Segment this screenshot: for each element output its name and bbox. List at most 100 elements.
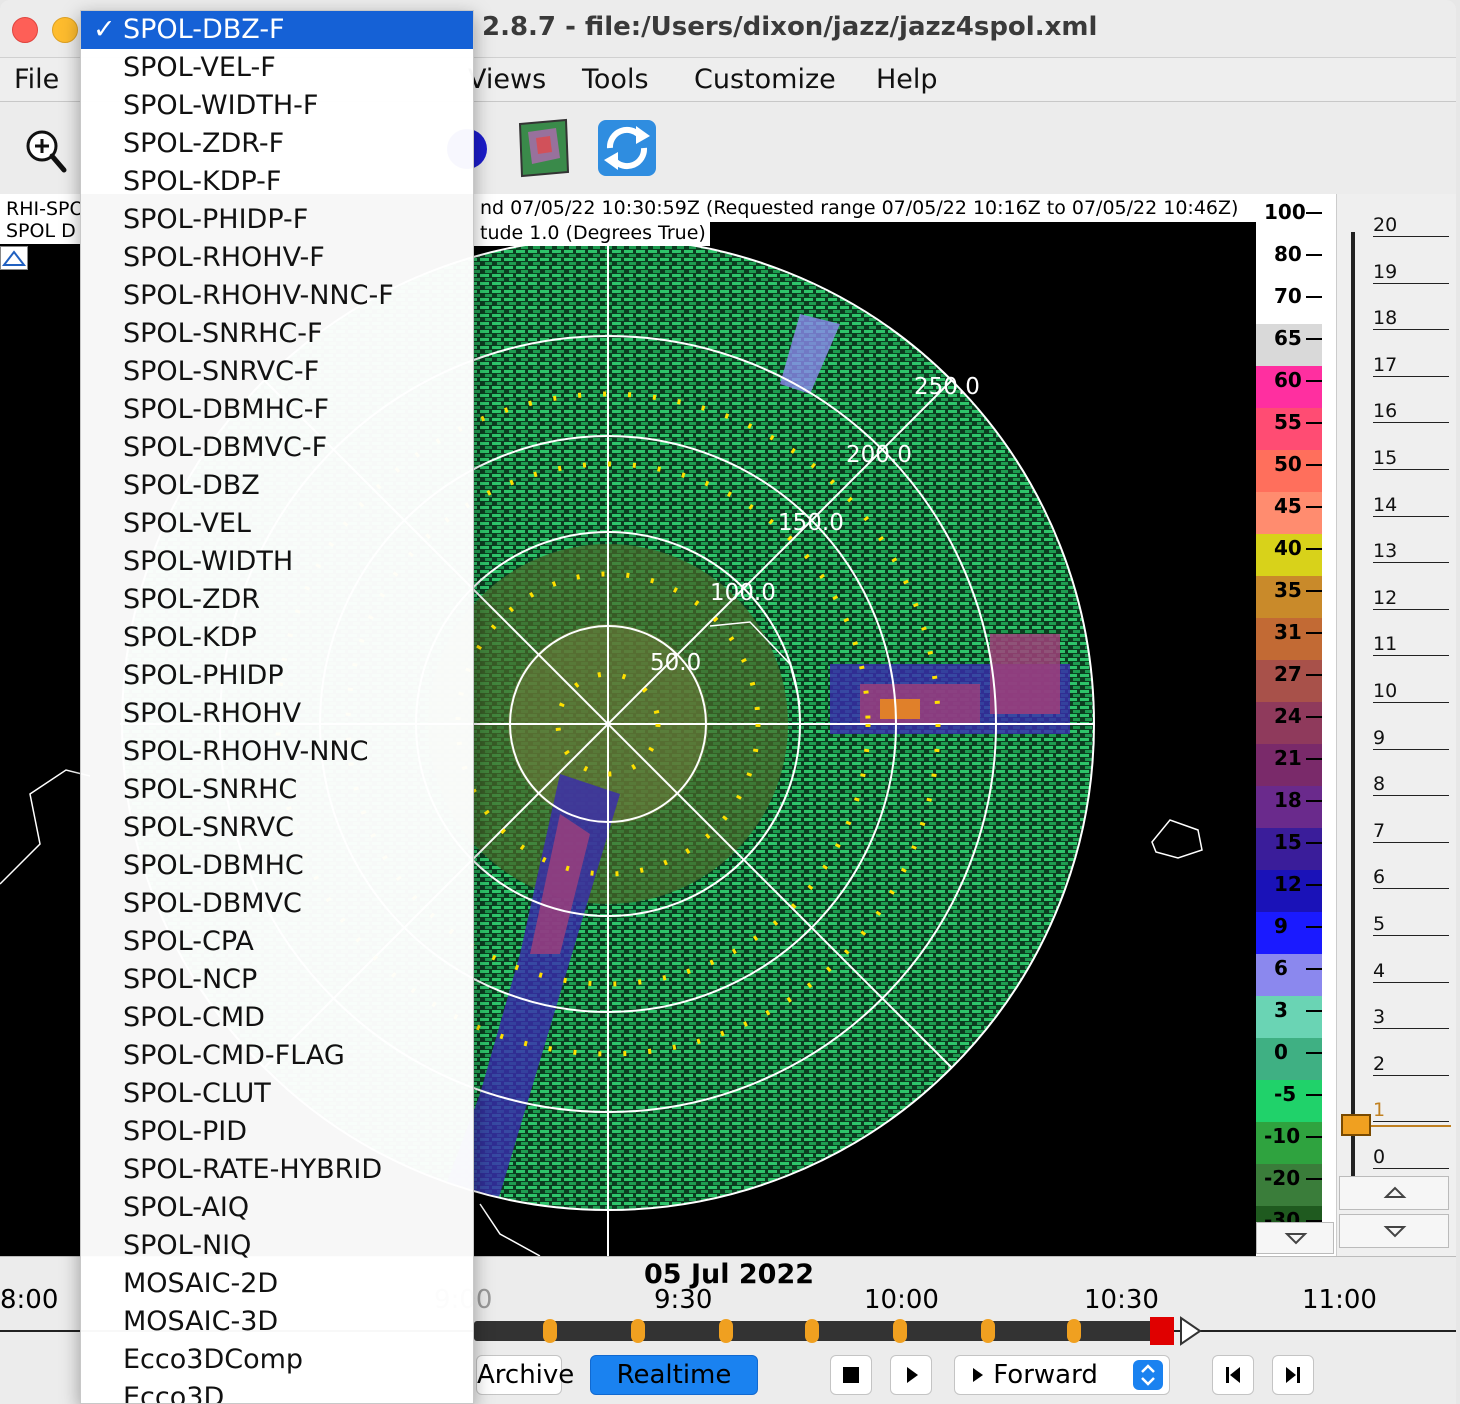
field-dropdown-menu[interactable]: ✓ SPOL-DBZ-F SPOL-VEL-F SPOL-WIDTH-F SPOL-ZD… — [80, 10, 474, 1404]
altitude-level-label[interactable]: 9 — [1373, 727, 1385, 749]
timeline-frame-marker[interactable] — [543, 1319, 557, 1343]
field-menu-item[interactable]: SPOL-CPA — [81, 923, 473, 961]
current-frame-marker[interactable] — [1150, 1317, 1174, 1345]
field-menu-item[interactable]: Ecco3DComp — [81, 1341, 473, 1379]
scale-down-button[interactable] — [1256, 1222, 1334, 1254]
altitude-level-label[interactable]: 6 — [1373, 866, 1385, 888]
field-menu-item[interactable]: MOSAIC-2D — [81, 1265, 473, 1303]
menu-help[interactable]: Help — [876, 64, 938, 95]
step-forward-button[interactable] — [1272, 1355, 1314, 1395]
menu-file[interactable]: File — [14, 64, 59, 95]
altitude-level-label[interactable]: 18 — [1373, 307, 1397, 329]
altitude-slider-track[interactable] — [1351, 232, 1355, 1176]
altitude-level-label[interactable]: 4 — [1373, 960, 1385, 982]
menu-views[interactable]: Views — [468, 64, 546, 95]
altitude-level-label[interactable]: 19 — [1373, 261, 1397, 283]
altitude-level-label[interactable]: 12 — [1373, 587, 1397, 609]
field-menu-item[interactable]: SPOL-VEL-F — [81, 49, 473, 87]
field-menu-item[interactable]: SPOL-PHIDP-F — [81, 201, 473, 239]
altitude-level-label[interactable]: 14 — [1373, 494, 1397, 516]
field-menu-item[interactable]: SPOL-KDP — [81, 619, 473, 657]
field-menu-item[interactable]: SPOL-PHIDP — [81, 657, 473, 695]
altitude-level-label[interactable]: 15 — [1373, 447, 1397, 469]
field-menu-item[interactable]: SPOL-NIQ — [81, 1227, 473, 1265]
altitude-down-button[interactable] — [1339, 1214, 1449, 1248]
realtime-button[interactable]: Realtime — [590, 1355, 758, 1395]
step-back-button[interactable] — [1212, 1355, 1254, 1395]
close-window-button[interactable] — [12, 17, 38, 43]
altitude-level-label[interactable]: 2 — [1373, 1053, 1385, 1075]
field-menu-item[interactable]: SPOL-PID — [81, 1113, 473, 1151]
field-menu-item[interactable]: SPOL-CMD-FLAG — [81, 1037, 473, 1075]
color-scale-label: 15 — [1274, 830, 1302, 854]
info-line1: nd 07/05/22 10:30:59Z (Requested range 0… — [474, 194, 1256, 222]
zoom-in-icon[interactable] — [18, 120, 76, 178]
altitude-level-label[interactable]: 20 — [1373, 214, 1397, 236]
altitude-level-label[interactable]: 8 — [1373, 773, 1385, 795]
altitude-level-label[interactable]: 11 — [1373, 633, 1397, 655]
field-menu-item[interactable]: SPOL-RHOHV — [81, 695, 473, 733]
field-menu-item[interactable]: SPOL-DBZ — [81, 467, 473, 505]
play-end-marker-icon[interactable] — [1178, 1315, 1204, 1347]
timeline-frame-marker[interactable] — [893, 1319, 907, 1343]
altitude-level-label[interactable]: 5 — [1373, 913, 1385, 935]
direction-select[interactable]: Forward — [954, 1355, 1170, 1395]
field-menu-item[interactable]: SPOL-DBMVC — [81, 885, 473, 923]
altitude-level-label[interactable]: 7 — [1373, 820, 1385, 842]
altitude-level-label[interactable]: 16 — [1373, 400, 1397, 422]
field-menu-item[interactable]: SPOL-RATE-HYBRID — [81, 1151, 473, 1189]
field-menu-item[interactable]: SPOL-ZDR-F — [81, 125, 473, 163]
altitude-level-label[interactable]: 1 — [1373, 1099, 1385, 1121]
field-menu-item[interactable]: SPOL-WIDTH — [81, 543, 473, 581]
stop-button[interactable] — [830, 1355, 872, 1395]
field-menu-item[interactable]: SPOL-VEL — [81, 505, 473, 543]
refresh-icon[interactable] — [596, 118, 656, 176]
chevron-down-icon — [1383, 1226, 1407, 1238]
field-menu-item[interactable]: SPOL-DBMHC — [81, 847, 473, 885]
field-menu-item[interactable]: SPOL-DBMVC-F — [81, 429, 473, 467]
field-menu-item[interactable]: SPOL-WIDTH-F — [81, 87, 473, 125]
altitude-level-line — [1373, 562, 1449, 564]
altitude-level-label[interactable]: 13 — [1373, 540, 1397, 562]
field-menu-item[interactable]: SPOL-RHOHV-NNC-F — [81, 277, 473, 315]
field-menu-item[interactable]: SPOL-RHOHV-NNC — [81, 733, 473, 771]
field-menu-item[interactable]: Ecco3D — [81, 1379, 473, 1403]
altitude-up-button[interactable] — [1339, 1176, 1449, 1210]
field-menu-item[interactable]: ✓ SPOL-DBZ-F — [81, 11, 473, 49]
altitude-level-line — [1373, 795, 1449, 797]
timeline-frame-marker[interactable] — [981, 1319, 995, 1343]
map-layers-icon[interactable] — [516, 118, 574, 178]
field-menu-item-label: Ecco3DComp — [123, 1344, 304, 1375]
timeline-frame-marker[interactable] — [1067, 1319, 1081, 1343]
field-menu-item-label: SPOL-RHOHV-F — [123, 242, 325, 273]
timeline-frame-marker[interactable] — [719, 1319, 733, 1343]
field-menu-item[interactable]: SPOL-NCP — [81, 961, 473, 999]
timeline-frame-marker[interactable] — [631, 1319, 645, 1343]
altitude-level-label[interactable]: 17 — [1373, 354, 1397, 376]
field-menu-item-label: SPOL-RHOHV-NNC — [123, 736, 369, 767]
altitude-level-label[interactable]: 3 — [1373, 1006, 1385, 1028]
field-menu-item[interactable]: SPOL-AIQ — [81, 1189, 473, 1227]
field-menu-item[interactable]: SPOL-CLUT — [81, 1075, 473, 1113]
field-menu-item[interactable]: SPOL-CMD — [81, 999, 473, 1037]
field-menu-item[interactable]: SPOL-RHOHV-F — [81, 239, 473, 277]
altitude-slider-thumb[interactable] — [1341, 1114, 1371, 1136]
field-menu-item[interactable]: MOSAIC-3D — [81, 1303, 473, 1341]
field-menu-item[interactable]: SPOL-DBMHC-F — [81, 391, 473, 429]
field-menu-item[interactable]: SPOL-ZDR — [81, 581, 473, 619]
field-menu-item[interactable]: SPOL-SNRHC — [81, 771, 473, 809]
timeline-frame-marker[interactable] — [805, 1319, 819, 1343]
menu-customize[interactable]: Customize — [694, 64, 836, 95]
minimize-window-button[interactable] — [52, 17, 78, 43]
menu-tools[interactable]: Tools — [582, 64, 649, 95]
field-menu-item[interactable]: SPOL-SNRVC — [81, 809, 473, 847]
field-menu-item[interactable]: SPOL-SNRVC-F — [81, 353, 473, 391]
archive-button[interactable]: Archive — [476, 1355, 574, 1395]
altitude-level-label[interactable]: 10 — [1373, 680, 1397, 702]
field-menu-item[interactable]: SPOL-SNRHC-F — [81, 315, 473, 353]
altitude-level-label[interactable]: 0 — [1373, 1146, 1385, 1168]
field-menu-item[interactable]: SPOL-KDP-F — [81, 163, 473, 201]
collapse-up-button[interactable] — [0, 246, 28, 270]
altitude-level-line — [1373, 515, 1449, 517]
play-button[interactable] — [890, 1355, 932, 1395]
